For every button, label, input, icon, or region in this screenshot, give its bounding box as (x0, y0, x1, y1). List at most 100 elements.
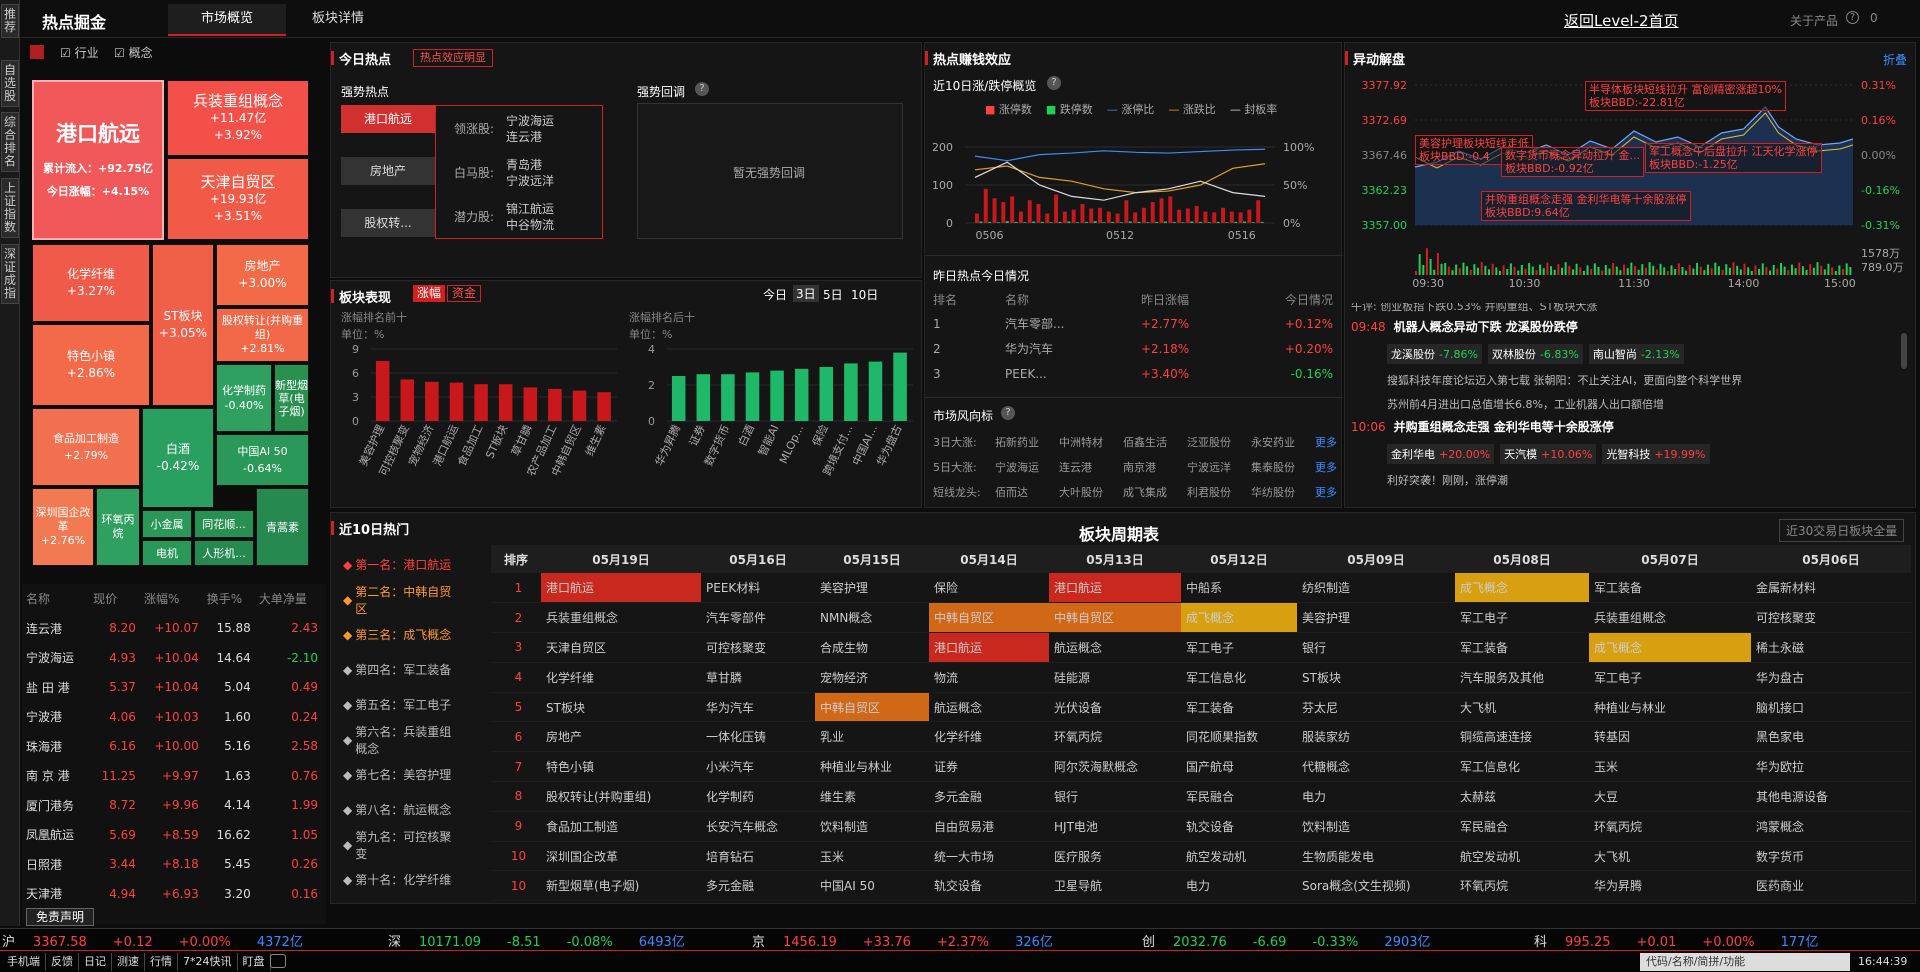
search-input[interactable]: 代码/名称/简拼/功能 (1640, 953, 1850, 971)
wind-stock[interactable]: 佰而达 (995, 484, 1059, 500)
back-level2-link[interactable]: 返回Level-2首页 (1564, 10, 1679, 31)
wind-stock[interactable]: 集泰股份 (1251, 459, 1315, 475)
treemap-tile[interactable]: 兵装重组概念 +11.47亿 +3.92% (167, 80, 309, 156)
col-header[interactable]: 涨幅% (140, 584, 203, 614)
treemap-tile[interactable]: 化学制药 -0.40% (216, 364, 272, 432)
sector-cell[interactable]: 军民融合 (1455, 811, 1589, 842)
sector-cell[interactable]: 军工电子 (1589, 662, 1751, 693)
sector-cell[interactable]: 脑机接口 (1751, 692, 1911, 723)
sector-cell[interactable]: 华为昇腾 (1589, 870, 1751, 902)
wind-stock[interactable]: 成飞集成 (1123, 484, 1187, 500)
sector-cell[interactable]: 鸿蒙概念 (1751, 811, 1911, 842)
sector-cell[interactable]: 黑色家电 (1751, 721, 1911, 753)
rank-item[interactable]: ◆ 第九名：可控核聚变 (335, 827, 463, 862)
table-row[interactable]: 6 房地产 一体化压铸 乳业 化学纤维 环氧丙烷 同花顺果指数 服装家纺 铜缆高速连接 转基因 黑色… (491, 721, 1911, 753)
table-row[interactable]: 珠海港 6.16 +10.00 5.16 2.58 (22, 732, 322, 762)
sector-cell[interactable]: 港口航运 (1049, 573, 1181, 604)
sector-cell[interactable]: 军工装备 (1455, 632, 1589, 663)
table-row[interactable]: 8 股权转让(并购重组) 化学制药 维生素 多元金融 银行 军民融合 电力 太赫兹 大豆 其他电源设… (491, 781, 1911, 812)
stock-chip[interactable]: 天汽模 +10.06% (1500, 444, 1597, 464)
sector-cell[interactable]: 军工信息化 (1455, 751, 1589, 783)
sector-cell[interactable]: 生物质能发电 (1297, 841, 1455, 872)
anomaly-callout[interactable]: 半导体板块短线拉升 富创精密涨超10% 板块BBD:-22.81亿 (1585, 81, 1786, 111)
wind-stock[interactable]: 华纺股份 (1251, 484, 1315, 500)
table-row[interactable]: 3 天津自贸区 可控核聚变 合成生物 港口航运 航运概念 军工电子 银行 军工装备 成飞概念 稀土永… (491, 632, 1911, 663)
sector-cell[interactable]: 培育钻石 (701, 841, 815, 872)
treemap-tile[interactable]: 电机 (142, 540, 192, 566)
treemap-tile[interactable]: 特色小镇 +2.86% (32, 324, 150, 406)
sector-cell[interactable]: 光伏设备 (1049, 692, 1181, 723)
stock-chip[interactable]: 金利华电 +20.00% (1387, 444, 1495, 464)
sector-cell[interactable]: 阿尔茨海默概念 (1049, 751, 1181, 783)
sector-cell[interactable]: 服装家纺 (1297, 721, 1455, 753)
scrollbar[interactable] (1901, 333, 1907, 369)
sector-cell[interactable]: 种植业与林业 (1589, 692, 1751, 723)
sector-cell[interactable]: 天津自贸区 (541, 632, 701, 663)
sector-cell[interactable]: 纺织制造 (1297, 573, 1455, 604)
sector-cell[interactable]: 军民融合 (1181, 781, 1297, 812)
leader-stock[interactable]: 中谷物流 (506, 216, 554, 233)
sector-cell[interactable]: 大豆 (1589, 781, 1751, 812)
sector-cell[interactable]: 银行 (1049, 781, 1181, 812)
col-header[interactable]: 现价 (89, 584, 140, 614)
sector-cell[interactable]: 航运概念 (1049, 632, 1181, 663)
rank-item[interactable]: ◆ 第七名：美容护理 (335, 757, 463, 792)
bottom-tab[interactable]: 7*24快讯 (178, 953, 238, 971)
leader-stock[interactable]: 连云港 (506, 128, 542, 145)
table-row[interactable]: 2 华为汽车 +2.18% +0.20% (933, 336, 1333, 361)
sector-cell[interactable]: 航空发动机 (1455, 841, 1589, 872)
sector-cell[interactable]: NMN概念 (815, 602, 929, 634)
sector-cell[interactable]: 环氧丙烷 (1589, 811, 1751, 842)
sector-cell[interactable]: 军工信息化 (1181, 662, 1297, 693)
industry-checkbox[interactable]: ☑ 行业 (60, 44, 99, 61)
sector-cell[interactable]: 其他电源设备 (1751, 781, 1911, 812)
table-row[interactable]: 1 汽车零部... +2.77% +0.12% (933, 311, 1333, 336)
sector-cell[interactable]: 医药商业 (1751, 870, 1911, 902)
sector-cell[interactable]: 中国AI 50 (815, 870, 929, 902)
sector-cell[interactable]: 小米汽车 (701, 751, 815, 783)
sector-cell[interactable]: 环氧丙烷 (1455, 870, 1589, 902)
treemap-tile[interactable]: 青蒿素 (256, 488, 309, 566)
news-item[interactable]: 09:48 机器人概念异动下跌 龙溪股份跌停 龙溪股份 -7.86% 双林股份 -6.83… (1351, 318, 1907, 412)
anomaly-callout[interactable]: 数字货币概念异动拉升 金... 板块BBD:-0.92亿 (1501, 147, 1644, 177)
sector-cell[interactable]: 铜缆高速连接 (1455, 721, 1589, 753)
treemap-tile[interactable]: 房地产 +3.00% (216, 244, 309, 306)
table-row[interactable]: 10 深圳国企改革 培育钻石 玉米 统一大市场 医疗服务 航空发动机 生物质能发电 航空发动机大… (491, 841, 1911, 872)
sector-cell[interactable]: 长安汽车概念 (701, 811, 815, 842)
sidebar-tab-recommend[interactable]: 推荐 (1, 4, 19, 38)
rank-item[interactable]: ◆ 第六名：兵装重组概念 (335, 722, 463, 757)
rank-item[interactable]: ◆ 第三名：成飞概念 (335, 617, 463, 652)
concept-checkbox[interactable]: ☑ 概念 (114, 44, 153, 61)
bottom-tab[interactable]: 反馈 (46, 953, 79, 971)
table-row[interactable]: 1 港口航运 PEEK材料 美容护理 保险 港口航运 中船系 纺织制造 成飞概念 军工装备 金属新材… (491, 573, 1911, 604)
help-icon[interactable]: ? (695, 82, 709, 96)
treemap-tile[interactable]: 天津自贸区 +19.93亿 +3.51% (167, 158, 309, 240)
table-row[interactable]: 7 特色小镇 小米汽车 种植业与林业 证券 阿尔茨海默概念 国产航母 代糖概念 军工信息化 玉米华… (491, 751, 1911, 783)
sector-cell[interactable]: 多元金融 (929, 781, 1049, 812)
wind-stock[interactable]: 宁波远洋 (1187, 459, 1251, 475)
sector-cell[interactable]: 自由贸易港 (929, 811, 1049, 842)
more-link[interactable]: 更多 (1315, 484, 1337, 500)
sector-cell[interactable]: 玉米 (1589, 751, 1751, 783)
wind-stock[interactable]: 永安药业 (1251, 434, 1315, 450)
sector-cell[interactable]: 维生素 (815, 781, 929, 812)
treemap-tile[interactable]: 白酒 -0.42% (142, 408, 214, 508)
sector-cell[interactable]: 乳业 (815, 721, 929, 753)
table-row[interactable]: 3 PEEK... +3.40% -0.16% (933, 361, 1333, 386)
tab-fund[interactable]: 资金 (447, 285, 482, 302)
table-row[interactable]: 盐 田 港 5.37 +10.04 5.04 0.49 (22, 673, 322, 703)
treemap-tile[interactable]: 同花顺... (194, 510, 254, 538)
sector-cell[interactable]: 华为欧拉 (1751, 751, 1911, 783)
treemap-tile[interactable]: 新型烟草(电子烟) (274, 364, 309, 432)
period-today[interactable]: 今日 (763, 286, 787, 303)
sector-cell[interactable]: 环氧丙烷 (1049, 721, 1181, 753)
sector-cell[interactable]: 种植业与林业 (815, 751, 929, 783)
col-header[interactable]: 名称 (22, 584, 89, 614)
sector-cell[interactable]: 硅能源 (1049, 662, 1181, 693)
more-link[interactable]: 更多 (1315, 434, 1337, 450)
table-row[interactable]: 宁波海运 4.93 +10.04 14.64 -2.10 (22, 643, 322, 673)
period-5d[interactable]: 5日 (823, 286, 843, 303)
about-product-link[interactable]: 关于产品 (1790, 12, 1838, 29)
sector-cell[interactable]: 国产航母 (1181, 751, 1297, 783)
sector-cell[interactable]: 宠物经济 (815, 662, 929, 693)
